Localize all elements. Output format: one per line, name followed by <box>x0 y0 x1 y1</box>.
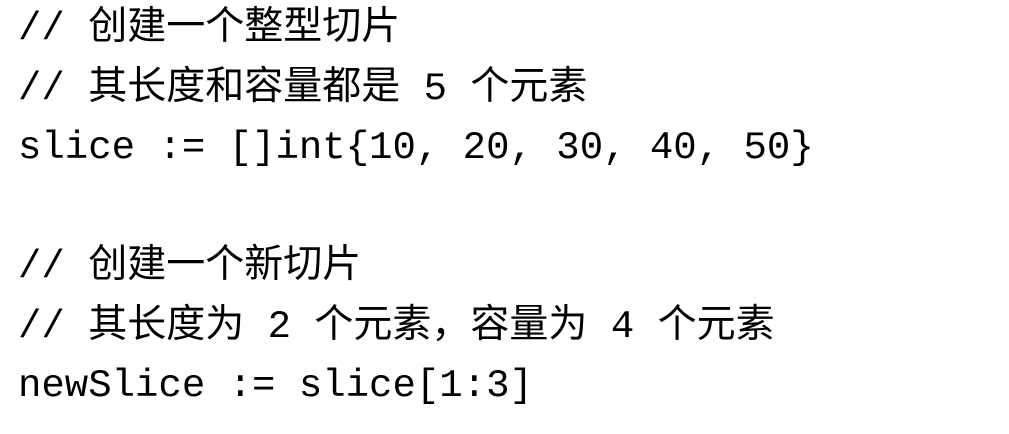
code-line: newSlice := slice[1:3] <box>18 364 533 408</box>
code-snippet: // 创建一个整型切片 // 其长度和容量都是 5 个元素 slice := [… <box>18 0 998 417</box>
comment-line: // 创建一个整型切片 <box>18 7 401 51</box>
comment-line: // 其长度和容量都是 5 个元素 <box>18 66 588 111</box>
comment-line: // 其长度为 2 个元素，容量为 4 个元素 <box>18 304 775 349</box>
code-line: slice := []int{10, 20, 30, 40, 50} <box>18 126 814 170</box>
comment-line: // 创建一个新切片 <box>18 245 362 289</box>
